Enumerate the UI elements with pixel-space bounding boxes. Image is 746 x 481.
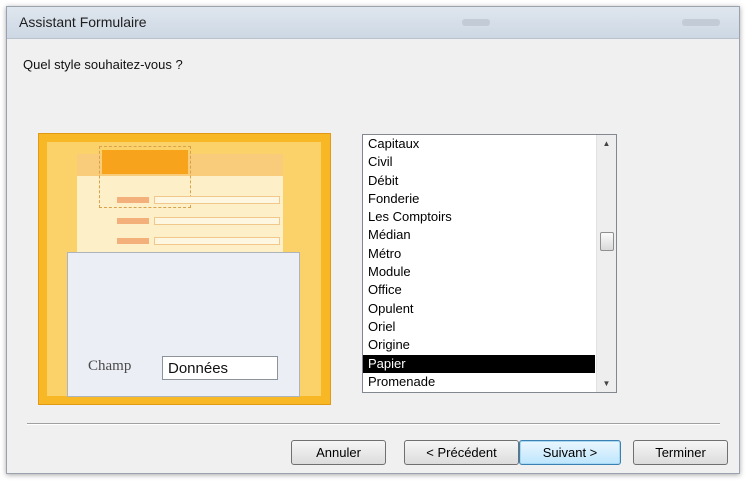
- style-list-item[interactable]: Office: [363, 281, 595, 299]
- preview-field-box: [154, 217, 280, 225]
- previous-button[interactable]: < Précédent: [404, 440, 519, 465]
- style-preview: Champ Données: [38, 133, 331, 405]
- listbox-scrollbar[interactable]: ▲ ▼: [596, 135, 616, 392]
- preview-field-caption: Champ: [88, 358, 132, 374]
- style-list-item[interactable]: Oriel: [363, 318, 595, 336]
- preview-field-box: [154, 237, 280, 245]
- preview-data-field: Données: [162, 356, 278, 380]
- style-question: Quel style souhaitez-vous ?: [23, 57, 183, 72]
- style-list-item[interactable]: Capitaux: [363, 135, 595, 153]
- style-list-item[interactable]: Débit: [363, 172, 595, 190]
- next-button[interactable]: Suivant >: [519, 440, 621, 465]
- form-wizard-window: Assistant Formulaire Quel style souhaite…: [6, 6, 740, 474]
- style-list-item[interactable]: Les Comptoirs: [363, 208, 595, 226]
- style-list-item[interactable]: Origine: [363, 336, 595, 354]
- style-list-item[interactable]: Métro: [363, 245, 595, 263]
- scroll-up-arrow-icon[interactable]: ▲: [597, 135, 616, 152]
- preview-field-label: [117, 218, 149, 224]
- title-bar-control: [682, 19, 720, 26]
- style-list-item[interactable]: Médian: [363, 226, 595, 244]
- scroll-down-arrow-icon[interactable]: ▼: [597, 375, 616, 392]
- window-title: Assistant Formulaire: [19, 14, 147, 30]
- button-separator: [27, 423, 720, 425]
- style-list-items: Capitaux Civil Débit Fonderie Les Comptoirs M…: [363, 135, 595, 391]
- preview-detail-card: Champ Données: [67, 252, 300, 397]
- style-list-item[interactable]: Papier: [363, 354, 595, 373]
- preview-background: Champ Données: [47, 142, 321, 397]
- preview-field-label: [117, 238, 149, 244]
- title-bar-control: [462, 19, 490, 26]
- style-list-item[interactable]: Fonderie: [363, 190, 595, 208]
- finish-button[interactable]: Terminer: [633, 440, 728, 465]
- scrollbar-thumb[interactable]: [600, 232, 614, 251]
- style-list-item[interactable]: Promenade: [363, 373, 595, 391]
- style-listbox[interactable]: Capitaux Civil Débit Fonderie Les Comptoirs M…: [362, 134, 617, 393]
- preview-field-box: [154, 196, 280, 204]
- style-list-item[interactable]: Module: [363, 263, 595, 281]
- style-list-item[interactable]: Opulent: [363, 300, 595, 318]
- cancel-button[interactable]: Annuler: [291, 440, 386, 465]
- title-bar[interactable]: Assistant Formulaire: [7, 7, 739, 39]
- preview-field-label: [117, 197, 149, 203]
- style-list-item[interactable]: Civil: [363, 153, 595, 171]
